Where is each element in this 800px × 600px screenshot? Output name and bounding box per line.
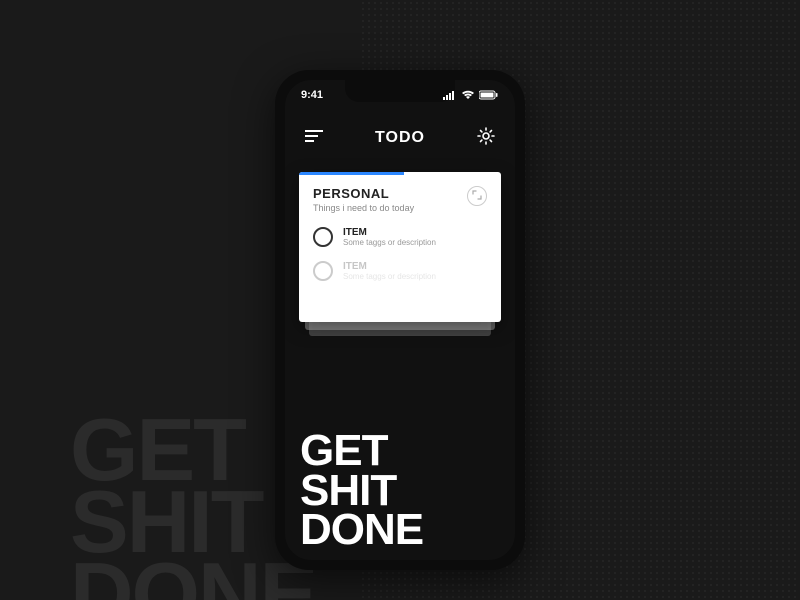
todo-text: ITEM Some taggs or description	[343, 261, 436, 281]
signal-icon	[443, 90, 457, 100]
todo-item-desc: Some taggs or description	[343, 272, 436, 281]
status-right	[443, 90, 499, 100]
app-title: TODO	[375, 129, 425, 147]
gear-icon	[477, 127, 495, 150]
card-subtitle: Things i need to do today	[313, 203, 414, 213]
todo-item[interactable]: ITEM Some taggs or description	[313, 261, 487, 281]
bg-line-3: DONE	[70, 558, 316, 600]
wifi-icon	[461, 90, 475, 100]
slogan-line-3: DONE	[300, 510, 423, 550]
menu-icon	[305, 129, 323, 147]
settings-button[interactable]	[475, 127, 497, 149]
slogan: GET SHIT DONE	[300, 431, 423, 550]
todo-item-title: ITEM	[343, 261, 436, 272]
expand-icon	[472, 187, 482, 205]
status-bar: 9:41	[285, 86, 515, 104]
expand-button[interactable]	[467, 186, 487, 206]
card-header: PERSONAL Things i need to do today	[313, 186, 487, 213]
todo-checkbox[interactable]	[313, 227, 333, 247]
battery-icon	[479, 90, 499, 100]
card-stack: PERSONAL Things i need to do today ITEM …	[299, 172, 501, 322]
status-time: 9:41	[301, 89, 323, 101]
todo-item[interactable]: ITEM Some taggs or description	[313, 227, 487, 247]
todo-checkbox[interactable]	[313, 261, 333, 281]
app-header: TODO	[285, 120, 515, 156]
todo-item-title: ITEM	[343, 227, 436, 238]
todo-text: ITEM Some taggs or description	[343, 227, 436, 247]
slogan-line-1: GET	[300, 431, 423, 471]
menu-button[interactable]	[303, 127, 325, 149]
todo-item-desc: Some taggs or description	[343, 238, 436, 247]
card-title: PERSONAL	[313, 186, 414, 201]
todo-card[interactable]: PERSONAL Things i need to do today ITEM …	[299, 172, 501, 322]
